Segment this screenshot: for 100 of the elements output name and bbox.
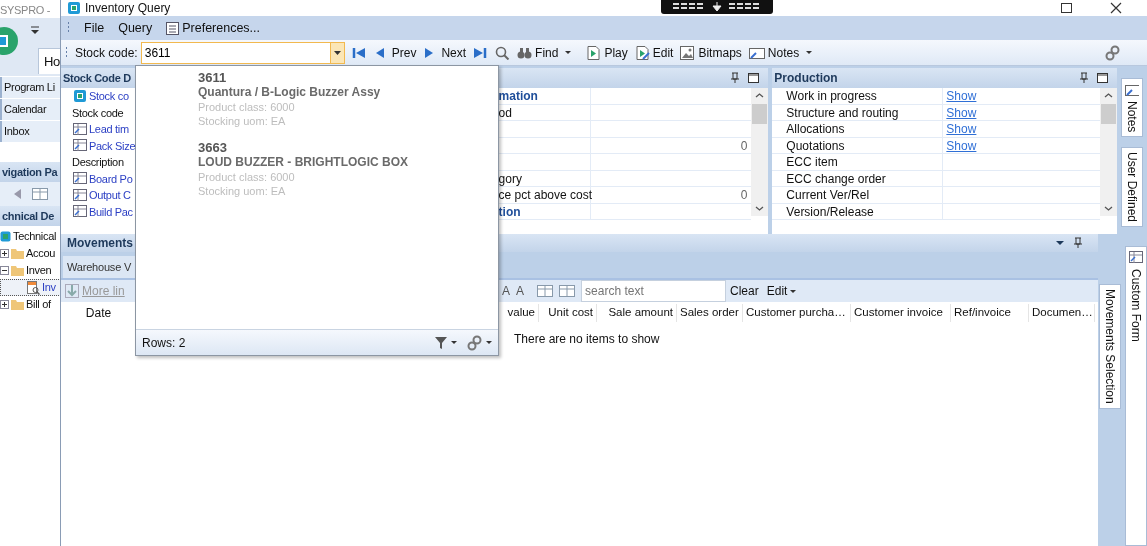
skip-forward-icon — [473, 45, 489, 60]
show-link[interactable]: Show — [946, 105, 977, 120]
notes-button[interactable]: Notes — [748, 43, 813, 62]
ribbon-tab[interactable]: Ho — [38, 48, 61, 74]
settings-icon[interactable] — [1105, 44, 1121, 61]
tab[interactable]: Warehouse V — [63, 256, 136, 278]
row-label: Stock code — [72, 105, 124, 121]
column-header[interactable]: Customer invoice — [851, 304, 951, 322]
column-header[interactable]: Customer purcha… — [743, 304, 851, 322]
row-label: Current Ver/Rel — [786, 188, 870, 202]
window-title: Inventory Query — [85, 0, 171, 17]
picture-icon — [680, 45, 696, 60]
show-link[interactable]: Show — [946, 138, 977, 153]
pin-icon[interactable] — [1072, 237, 1084, 249]
document-play-icon — [586, 45, 602, 60]
last-record-button[interactable] — [473, 45, 489, 60]
show-link[interactable]: Show — [946, 89, 977, 103]
previous-button[interactable]: Prev — [373, 43, 417, 62]
stock-code-field[interactable]: 3611 — [140, 41, 331, 64]
nav-item[interactable]: Calendar — [0, 99, 61, 120]
next-button[interactable]: Next — [423, 43, 467, 62]
row-value: 0 — [740, 138, 748, 153]
tree-item[interactable]: Accou — [0, 245, 61, 262]
field-label: Stock code: — [75, 44, 138, 62]
panel-title: Production — [774, 70, 838, 87]
row-link[interactable]: Lead tim — [89, 121, 129, 138]
column-header[interactable]: Documen… — [1029, 304, 1095, 322]
row-label: Description — [72, 155, 124, 170]
row-link[interactable]: Build Pac — [89, 203, 133, 220]
column-header[interactable]: Sale amount — [597, 304, 677, 322]
scrollbar[interactable] — [751, 88, 769, 216]
tree-item[interactable]: Inven — [0, 262, 61, 279]
search-button[interactable] — [495, 45, 511, 60]
tree-item[interactable]: Inv — [0, 279, 61, 296]
menu-item[interactable]: Query — [118, 18, 153, 38]
binoculars-icon — [517, 45, 533, 60]
menu-item[interactable]: Preferences... — [166, 18, 261, 38]
folder-icon — [11, 247, 24, 260]
section-heading: mation — [498, 89, 538, 103]
expand-icon[interactable] — [0, 300, 9, 309]
nav-item[interactable]: Program Li — [0, 77, 61, 98]
side-tab[interactable]: User Defined — [1121, 147, 1144, 228]
bitmaps-button[interactable]: Bitmaps — [680, 43, 742, 62]
row-link[interactable]: Stock co — [89, 88, 129, 105]
side-tab[interactable]: Movements Selection — [1099, 284, 1121, 409]
tree-item[interactable]: Bill of — [0, 296, 61, 313]
caret-icon — [333, 50, 341, 55]
document-search-icon — [27, 280, 40, 295]
grid-icon[interactable] — [537, 284, 554, 298]
pin-icon[interactable] — [729, 72, 742, 84]
scrollbar[interactable] — [1100, 88, 1118, 216]
maximize-icon[interactable] — [1096, 72, 1110, 84]
menu-item[interactable]: File — [84, 18, 105, 38]
caret-icon[interactable] — [1056, 241, 1064, 245]
dropdown-option[interactable]: 3611 Quantura / B-Logic Buzzer Assy Product class: 6000 Stocking uom: EA — [136, 66, 498, 136]
font-size-button[interactable]: A — [513, 282, 528, 300]
column-header[interactable]: Unit cost — [539, 304, 597, 322]
row-link[interactable]: Output C — [89, 187, 131, 204]
expand-icon[interactable] — [0, 249, 9, 258]
table-icon — [73, 172, 87, 186]
note-icon — [748, 45, 765, 60]
folder-icon — [11, 298, 24, 311]
edit-button[interactable]: Edit — [634, 43, 674, 62]
table-icon — [1129, 251, 1143, 265]
nav-item[interactable]: Inbox — [0, 121, 61, 142]
note-icon — [1125, 83, 1140, 97]
column-header[interactable]: Sales order — [677, 304, 743, 322]
pin-icon[interactable] — [1078, 72, 1091, 84]
collapsed-bar-drawing[interactable] — [661, 0, 773, 14]
play-button[interactable]: Play — [586, 43, 628, 62]
table-icon — [73, 139, 87, 153]
columns-icon[interactable] — [559, 284, 576, 298]
grid-icon[interactable] — [32, 187, 48, 201]
maximize-icon[interactable] — [1060, 2, 1073, 14]
close-icon[interactable] — [1109, 2, 1123, 14]
collapse-icon[interactable] — [0, 266, 9, 275]
grip-icon — [67, 21, 70, 35]
table-icon — [73, 188, 87, 202]
search-field[interactable]: search text — [581, 280, 727, 302]
empty-message: There are no items to show — [514, 332, 660, 346]
dropdown-option[interactable]: 3663 LOUD BUZZER - BRIGHTLOGIC BOX Product class: 6000 Stocking uom: EA — [136, 136, 498, 206]
row-label: Structure and routing — [786, 105, 899, 120]
skip-back-icon — [351, 45, 367, 60]
find-button[interactable]: Find — [517, 43, 572, 62]
show-link[interactable]: Show — [946, 122, 977, 136]
dropdown-icon[interactable] — [30, 26, 40, 36]
first-record-button[interactable] — [351, 45, 367, 60]
column-header[interactable]: Ref/invoice — [951, 304, 1029, 322]
tree-item[interactable]: Technical — [0, 228, 61, 245]
row-link[interactable]: Board Po — [89, 170, 133, 187]
settings-button[interactable] — [467, 334, 492, 351]
row-link[interactable]: Pack Size — [89, 137, 136, 154]
filter-button[interactable] — [434, 335, 457, 350]
row-label: Allocations — [786, 122, 845, 136]
side-tab[interactable]: Notes — [1121, 78, 1144, 138]
maximize-icon[interactable] — [747, 72, 761, 84]
edit-button[interactable]: Edit — [762, 282, 801, 300]
side-tab[interactable]: Custom Form — [1125, 246, 1147, 546]
font-size-button[interactable]: A — [499, 282, 513, 300]
clear-button[interactable]: Clear — [726, 282, 763, 300]
